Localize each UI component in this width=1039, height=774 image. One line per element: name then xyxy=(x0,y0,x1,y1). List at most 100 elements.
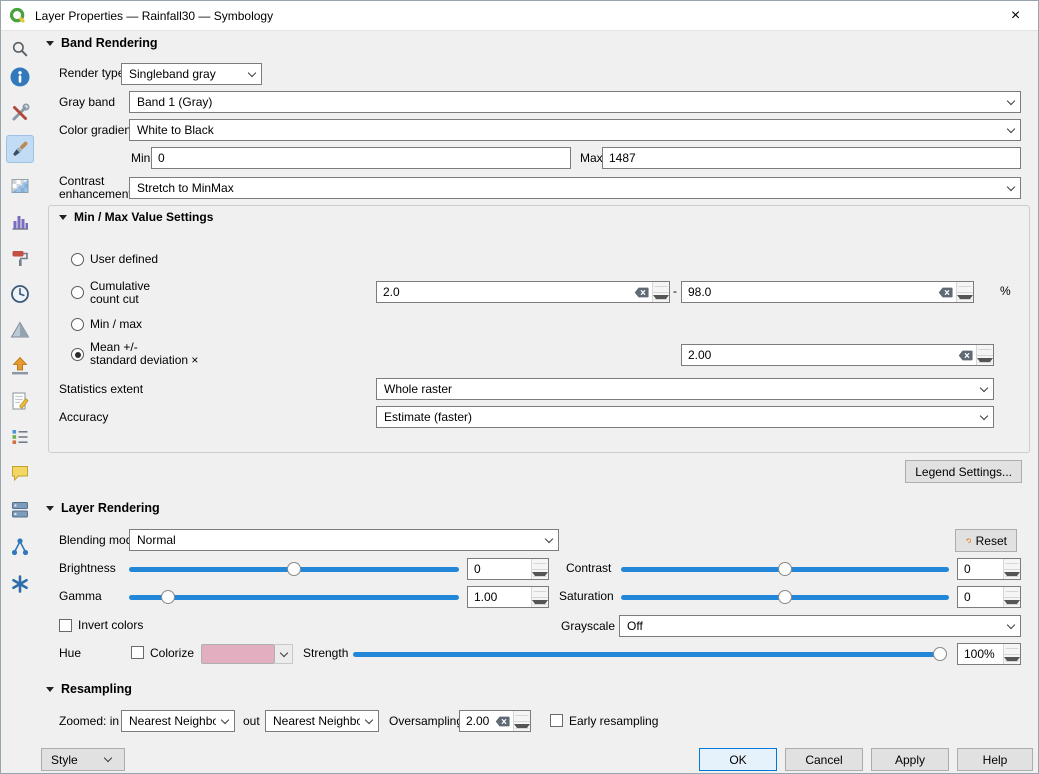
clear-icon[interactable] xyxy=(495,716,510,727)
cancel-button[interactable]: Cancel xyxy=(785,748,863,771)
reset-button[interactable]: Reset xyxy=(955,529,1017,552)
early-resampling-checkbox[interactable] xyxy=(550,714,563,727)
close-icon[interactable]: × xyxy=(993,1,1038,30)
spin-down-icon[interactable] xyxy=(957,293,973,303)
contrast-enhancement-select[interactable]: Stretch to MinMax xyxy=(129,177,1021,199)
spin-down-icon[interactable] xyxy=(977,356,993,366)
legend-settings-button[interactable]: Legend Settings... xyxy=(905,460,1022,483)
contrast-spinbox[interactable]: 0 xyxy=(957,558,1021,580)
saturation-spinbox[interactable]: 0 xyxy=(957,586,1021,608)
spin-down-icon[interactable] xyxy=(1004,598,1020,608)
spin-up-icon[interactable] xyxy=(532,587,548,598)
brightness-spinbox[interactable]: 0 xyxy=(467,558,549,580)
sidebar-item-legend[interactable] xyxy=(6,423,34,451)
apply-button[interactable]: Apply xyxy=(871,748,949,771)
spin-buttons[interactable] xyxy=(652,282,669,302)
slider-handle[interactable] xyxy=(778,590,792,604)
color-gradient-select[interactable]: White to Black xyxy=(129,119,1021,141)
slider-handle[interactable] xyxy=(778,562,792,576)
sidebar-item-temporal[interactable] xyxy=(6,280,34,308)
sidebar-search-button[interactable] xyxy=(6,35,34,63)
spin-up-icon[interactable] xyxy=(653,282,669,293)
zoomed-in-select[interactable]: Nearest Neighbour xyxy=(121,710,235,732)
gamma-spinbox[interactable]: 1.00 xyxy=(467,586,549,608)
sidebar-item-rendering[interactable] xyxy=(6,244,34,272)
gamma-slider[interactable] xyxy=(129,586,459,608)
mean-stddev-input[interactable]: 2.00 xyxy=(681,344,994,366)
spin-buttons[interactable] xyxy=(531,559,548,579)
gray-band-select[interactable]: Band 1 (Gray) xyxy=(129,91,1021,113)
zoomed-out-select[interactable]: Nearest Neighbour xyxy=(265,710,379,732)
clear-icon[interactable] xyxy=(938,287,953,298)
section-band-rendering[interactable]: Band Rendering xyxy=(46,36,158,50)
slider-handle[interactable] xyxy=(161,590,175,604)
cumulative-count-cut-radio[interactable] xyxy=(71,286,84,299)
section-minmax-settings[interactable]: Min / Max Value Settings xyxy=(59,210,213,224)
sidebar-item-information[interactable] xyxy=(6,63,34,91)
invert-colors-checkbox[interactable] xyxy=(59,619,72,632)
spin-down-icon[interactable] xyxy=(532,570,548,580)
spin-buttons[interactable] xyxy=(1003,587,1020,607)
saturation-slider[interactable] xyxy=(621,586,949,608)
contrast-slider[interactable] xyxy=(621,558,949,580)
spin-buttons[interactable] xyxy=(976,345,993,365)
strength-slider[interactable] xyxy=(353,643,947,665)
sidebar-item-symbology[interactable] xyxy=(6,135,34,163)
sidebar-item-histogram[interactable] xyxy=(6,208,34,236)
color-swatch[interactable] xyxy=(201,644,275,664)
min-max-radio[interactable] xyxy=(71,318,84,331)
chevron-down-icon[interactable] xyxy=(275,644,293,664)
max-input[interactable]: 1487 xyxy=(602,147,1021,169)
spin-up-icon[interactable] xyxy=(1004,644,1020,655)
spin-buttons[interactable] xyxy=(531,587,548,607)
colorize-color-button[interactable] xyxy=(201,644,293,664)
spin-up-icon[interactable] xyxy=(957,282,973,293)
spin-down-icon[interactable] xyxy=(532,598,548,608)
help-button[interactable]: Help xyxy=(957,748,1033,771)
section-resampling[interactable]: Resampling xyxy=(46,682,132,696)
spin-down-icon[interactable] xyxy=(653,293,669,303)
grayscale-select[interactable]: Off xyxy=(619,615,1021,637)
slider-handle[interactable] xyxy=(933,647,947,661)
sidebar-item-metadata[interactable] xyxy=(6,387,34,415)
sidebar-item-network[interactable] xyxy=(6,533,34,561)
sidebar-item-source[interactable] xyxy=(6,99,34,127)
spin-buttons[interactable] xyxy=(956,282,973,302)
spin-up-icon[interactable] xyxy=(532,559,548,570)
blending-mode-select[interactable]: Normal xyxy=(129,529,559,551)
spin-down-icon[interactable] xyxy=(1004,655,1020,665)
accuracy-select[interactable]: Estimate (faster) xyxy=(376,406,994,428)
brightness-slider[interactable] xyxy=(129,558,459,580)
statistics-extent-select[interactable]: Whole raster xyxy=(376,378,994,400)
spin-down-icon[interactable] xyxy=(514,722,530,732)
clear-icon[interactable] xyxy=(958,350,973,361)
style-button[interactable]: Style xyxy=(41,748,125,771)
sidebar-item-pyramids[interactable] xyxy=(6,316,34,344)
spin-up-icon[interactable] xyxy=(1004,587,1020,598)
clear-icon[interactable] xyxy=(634,287,649,298)
slider-handle[interactable] xyxy=(287,562,301,576)
sidebar-item-transparency[interactable] xyxy=(6,172,34,200)
cumulative-upper-input[interactable]: 98.0 xyxy=(681,281,974,303)
sidebar-item-display[interactable] xyxy=(6,459,34,487)
sidebar-item-elevation[interactable] xyxy=(6,352,34,380)
spin-up-icon[interactable] xyxy=(977,345,993,356)
spin-down-icon[interactable] xyxy=(1004,570,1020,580)
user-defined-radio[interactable] xyxy=(71,253,84,266)
cumulative-lower-input[interactable]: 2.0 xyxy=(376,281,670,303)
spin-up-icon[interactable] xyxy=(514,711,530,722)
oversampling-spinbox[interactable]: 2.00 xyxy=(459,710,531,732)
mean-stddev-radio[interactable] xyxy=(71,348,84,361)
sidebar-item-qgis-server[interactable] xyxy=(6,496,34,524)
sidebar-item-plugin[interactable] xyxy=(6,570,34,598)
ok-button[interactable]: OK xyxy=(699,748,777,771)
colorize-checkbox[interactable] xyxy=(131,646,144,659)
min-input[interactable]: 0 xyxy=(151,147,571,169)
spin-buttons[interactable] xyxy=(1003,559,1020,579)
spin-up-icon[interactable] xyxy=(1004,559,1020,570)
section-layer-rendering[interactable]: Layer Rendering xyxy=(46,501,160,515)
render-type-select[interactable]: Singleband gray xyxy=(121,63,262,85)
strength-spinbox[interactable]: 100% xyxy=(957,643,1021,665)
spin-buttons[interactable] xyxy=(1003,644,1020,664)
spin-buttons[interactable] xyxy=(513,711,530,731)
